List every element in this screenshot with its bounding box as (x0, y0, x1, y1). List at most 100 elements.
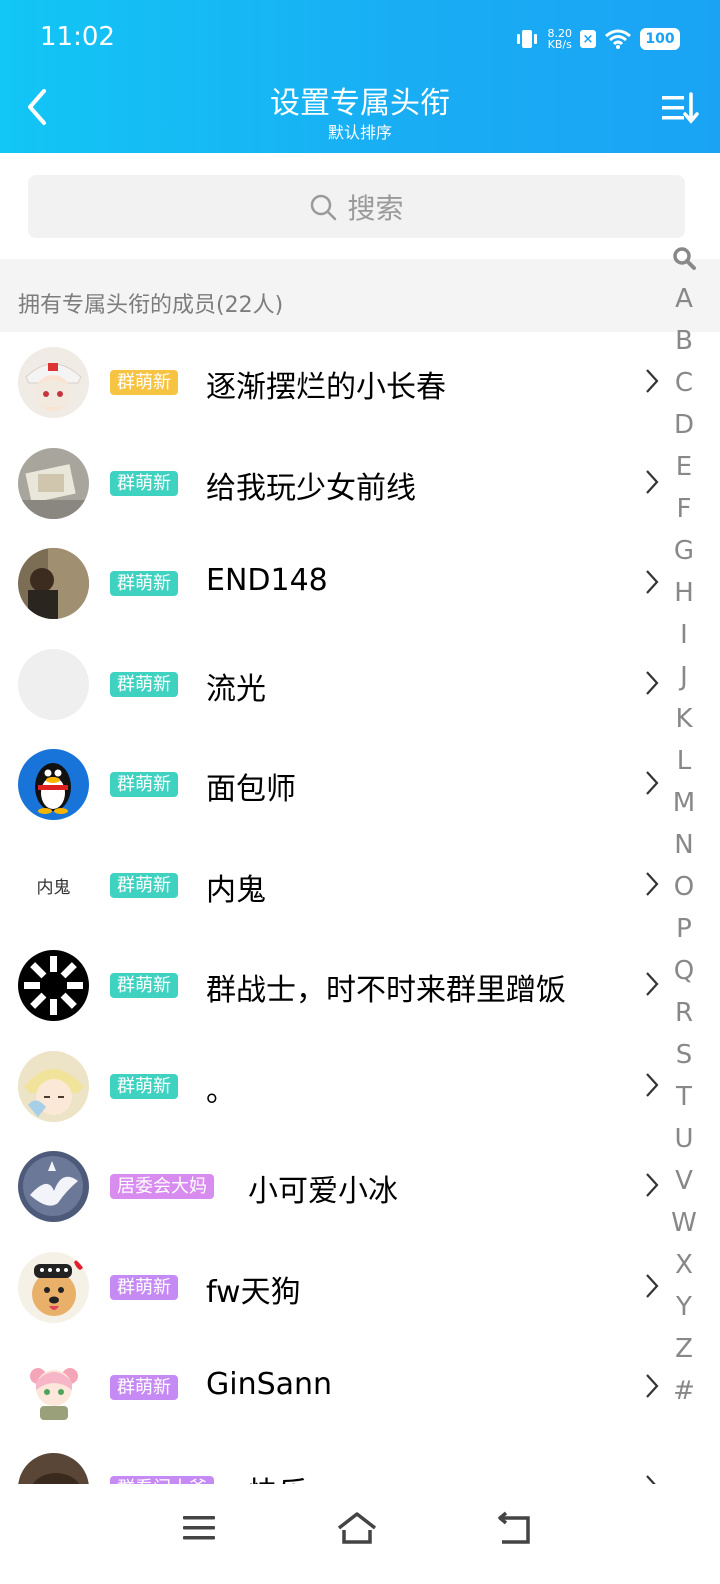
member-title-badge: 群萌新 (110, 470, 178, 496)
alphabet-index[interactable]: A B C D E F G H I J K L M N O P Q R S T … (665, 236, 703, 1412)
index-letter[interactable]: V (665, 1160, 703, 1202)
member-row[interactable]: 群萌新 面包师 (0, 734, 665, 835)
chevron-right-icon (646, 972, 659, 996)
index-letter[interactable]: C (665, 362, 703, 404)
home-icon[interactable] (332, 1506, 382, 1550)
member-name: 群战士，时不时来群里蹭饭 (206, 973, 566, 1008)
avatar (18, 548, 89, 619)
index-letter[interactable]: P (665, 908, 703, 950)
member-row[interactable]: 群萌新 流光 (0, 634, 665, 735)
search-icon (311, 194, 337, 220)
wifi-icon (605, 29, 631, 49)
member-row[interactable]: 居委会大妈 小可爱小冰 (0, 1136, 665, 1237)
battery-indicator: 100 (640, 28, 680, 50)
avatar (18, 1151, 89, 1222)
index-letter[interactable]: K (665, 698, 703, 740)
chevron-right-icon (646, 670, 659, 695)
chevron-right-icon (646, 871, 659, 896)
index-letter[interactable]: Z (665, 1328, 703, 1370)
avatar (18, 1050, 89, 1122)
avatar: 内鬼 (36, 877, 71, 898)
index-letter[interactable]: H (665, 572, 703, 614)
index-letter[interactable]: G (665, 530, 703, 572)
index-letter[interactable]: # (665, 1370, 703, 1412)
index-letter[interactable]: B (665, 320, 703, 362)
member-title-badge: 群萌新 (110, 973, 178, 998)
avatar (18, 347, 89, 418)
chevron-right-icon (646, 771, 659, 795)
search-bar[interactable]: 搜索 (28, 175, 685, 238)
system-nav-bar (0, 1484, 720, 1584)
index-letter[interactable]: S (665, 1034, 703, 1076)
member-title-badge: 群萌新 (110, 671, 178, 697)
member-name: 快乐 (248, 1468, 308, 1485)
back-nav-icon[interactable] (490, 1506, 540, 1550)
member-title-badge: 群萌新 (110, 370, 178, 395)
vibrate-icon (516, 30, 537, 48)
chevron-right-icon (646, 570, 659, 594)
member-name: 。 (206, 1073, 236, 1109)
index-letter[interactable]: I (665, 614, 703, 656)
avatar (18, 648, 89, 720)
index-letter[interactable]: T (665, 1076, 703, 1118)
index-letter[interactable]: F (665, 488, 703, 530)
chevron-right-icon (646, 1173, 659, 1197)
index-letter[interactable]: N (665, 824, 703, 866)
member-title-badge: 群萌新 (110, 1073, 178, 1099)
chevron-right-icon (646, 1273, 659, 1298)
index-letter[interactable]: Y (665, 1286, 703, 1328)
member-name: 内鬼 (206, 872, 266, 908)
member-row[interactable]: 群萌新 END148 (0, 533, 665, 634)
chevron-right-icon (646, 1374, 659, 1398)
index-letter[interactable]: W (665, 1202, 703, 1244)
avatar (18, 1452, 89, 1484)
member-row[interactable]: 群看门大爷 快乐 (0, 1438, 665, 1485)
member-title-badge: 群萌新 (110, 1375, 178, 1400)
member-list: 群萌新 逐渐摆烂的小长春 群萌新 给我玩少女前线 群萌新 END148 群萌新 … (0, 332, 665, 1484)
member-row[interactable]: 群萌新 群战士，时不时来群里蹭饭 (0, 935, 665, 1036)
network-speed: 8.20 KB/s (547, 27, 573, 51)
sort-mode-label: 默认排序 (327, 123, 392, 142)
member-name: 逐渐摆烂的小长春 (206, 370, 446, 405)
member-name: END148 (206, 563, 328, 598)
index-letter[interactable]: R (665, 992, 703, 1034)
avatar (18, 1251, 89, 1323)
chevron-right-icon (646, 469, 659, 494)
section-label: 拥有专属头衔的成员(22人) (18, 293, 284, 318)
member-row[interactable]: 群萌新 给我玩少女前线 (0, 433, 665, 534)
member-row[interactable]: 群萌新 fw天狗 (0, 1237, 665, 1338)
index-search-icon[interactable] (665, 236, 703, 278)
member-row[interactable]: 群萌新 GinSann (0, 1337, 665, 1438)
member-title-badge: 群萌新 (110, 772, 178, 797)
menu-icon[interactable] (174, 1506, 224, 1550)
avatar (18, 1352, 89, 1423)
page-title: 设置专属头衔 (270, 86, 450, 121)
app-header: 11:02 8.20 KB/s × 100 设置专属头衔 默认排序 (0, 0, 720, 153)
sort-button[interactable] (660, 90, 700, 126)
index-letter[interactable]: L (665, 740, 703, 782)
member-row[interactable]: 内鬼 群萌新 内鬼 (0, 835, 665, 936)
member-title-badge: 群萌新 (110, 872, 178, 898)
chevron-right-icon (646, 369, 659, 393)
avatar (18, 447, 89, 519)
index-letter[interactable]: D (665, 404, 703, 446)
member-row[interactable]: 群萌新 逐渐摆烂的小长春 (0, 332, 665, 433)
member-name: GinSann (206, 1367, 333, 1402)
member-title-badge: 群萌新 (110, 571, 178, 596)
index-letter[interactable]: E (665, 446, 703, 488)
avatar (18, 950, 89, 1021)
chevron-right-icon (646, 1072, 659, 1097)
index-letter[interactable]: O (665, 866, 703, 908)
member-row[interactable]: 群萌新 。 (0, 1036, 665, 1137)
chevron-right-icon (646, 1474, 657, 1484)
index-letter[interactable]: X (665, 1244, 703, 1286)
index-letter[interactable]: M (665, 782, 703, 824)
member-name: 给我玩少女前线 (206, 470, 416, 506)
index-letter[interactable]: Q (665, 950, 703, 992)
index-letter[interactable]: A (665, 278, 703, 320)
member-name: fw天狗 (206, 1274, 301, 1310)
status-icons: 8.20 KB/s × 100 (514, 24, 680, 54)
notification-icon: × (580, 30, 596, 48)
index-letter[interactable]: J (665, 656, 703, 698)
index-letter[interactable]: U (665, 1118, 703, 1160)
